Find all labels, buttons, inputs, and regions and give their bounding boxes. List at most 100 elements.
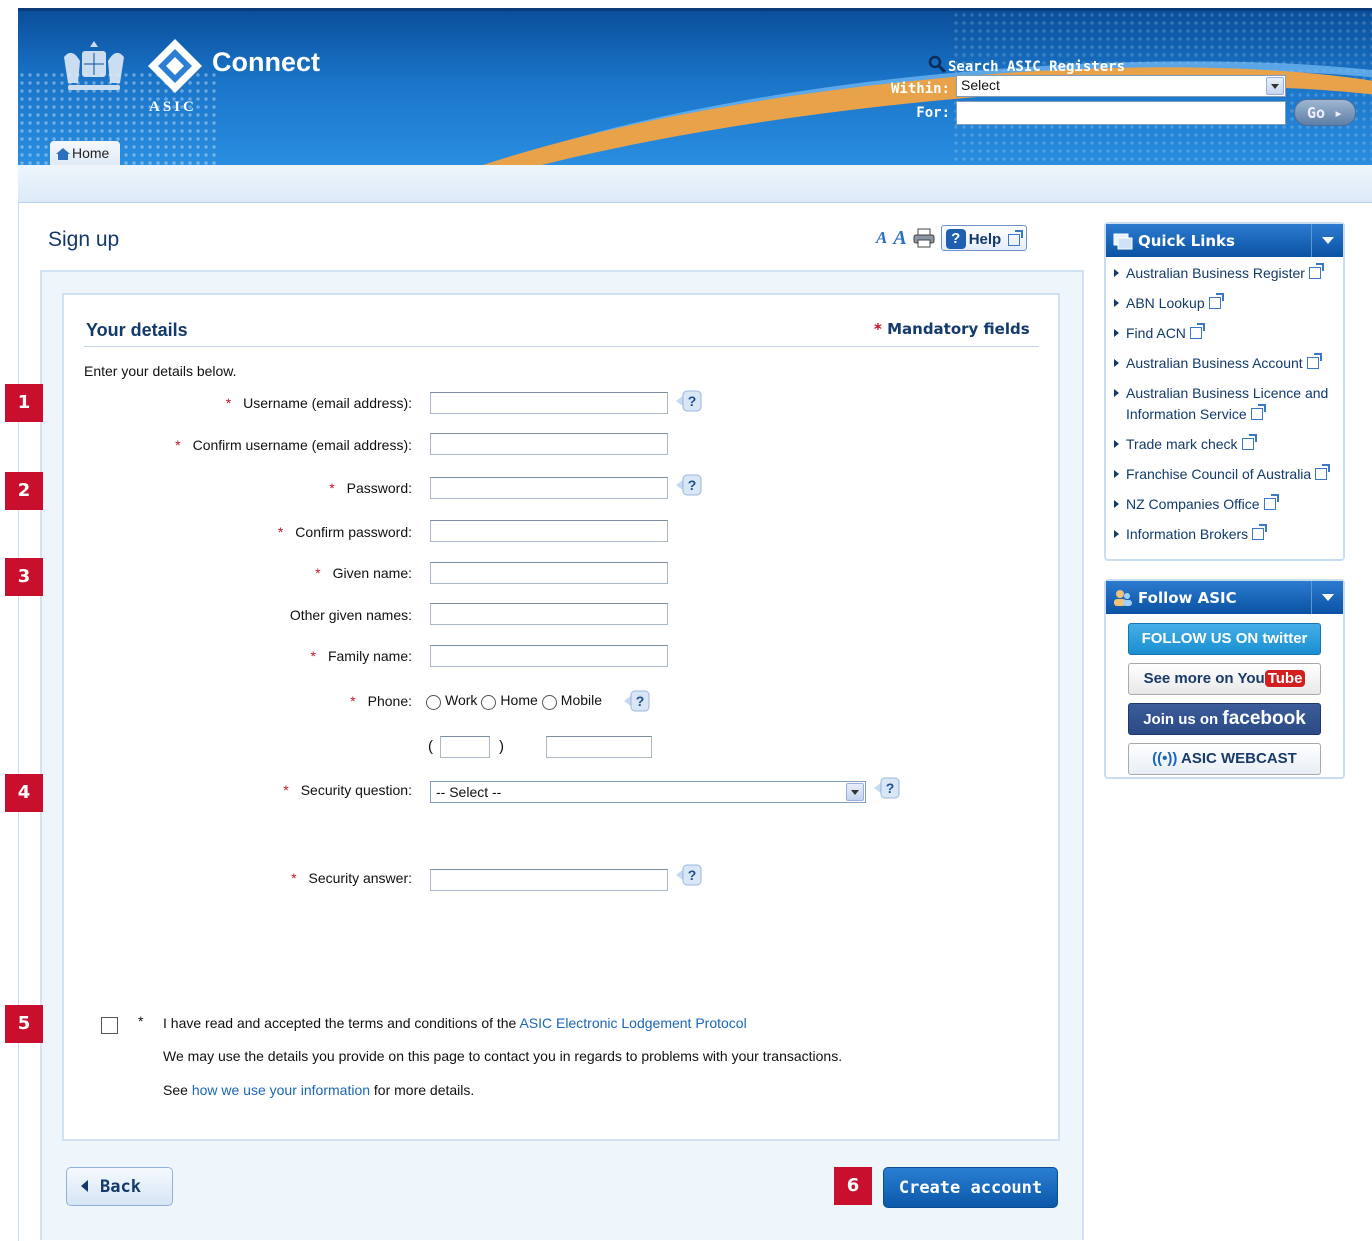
radio-home[interactable]	[481, 694, 497, 710]
quick-link-item[interactable]: Australian Business Register	[1114, 263, 1337, 284]
phone-number-field[interactable]	[546, 736, 652, 758]
security-answer-label: * Security answer:	[200, 870, 412, 886]
terms-checkbox[interactable]	[101, 1017, 118, 1034]
quick-links-list: Australian Business Register ABN Lookup …	[1106, 257, 1343, 545]
quick-link-ablis[interactable]: Australian Business Licence and Informat…	[1126, 385, 1328, 422]
help-tooltip-icon[interactable]: ?	[874, 777, 900, 799]
back-button[interactable]: Back	[66, 1167, 173, 1206]
username-label: * Username (email address):	[150, 395, 412, 411]
password-field[interactable]	[430, 477, 668, 499]
twitter-button[interactable]: FOLLOW US ON twitter	[1128, 623, 1321, 655]
required-star: *	[225, 395, 232, 411]
username-label-text: Username (email address):	[243, 395, 412, 411]
phone-mobile-option[interactable]: Mobile	[541, 692, 602, 710]
quick-link-item[interactable]: Franchise Council of Australia	[1114, 464, 1337, 485]
facebook-button[interactable]: Join us on facebook	[1128, 703, 1321, 735]
password-label-text: Password:	[346, 480, 412, 496]
given-name-label-text: Given name:	[332, 565, 412, 581]
decrease-text-size-icon[interactable]: A	[876, 228, 887, 248]
help-tooltip-icon[interactable]: ?	[676, 474, 702, 496]
help-tooltip-icon[interactable]: ?	[624, 690, 650, 712]
chevron-down-icon	[1266, 77, 1284, 95]
required-star: *	[283, 782, 289, 798]
quick-link-aba[interactable]: Australian Business Account	[1126, 355, 1303, 371]
step-marker: 3	[5, 558, 43, 596]
quick-link-abr[interactable]: Australian Business Register	[1126, 265, 1305, 281]
coat-of-arms-icon	[64, 41, 124, 90]
increase-text-size-icon[interactable]: A	[893, 227, 906, 250]
given-name-field[interactable]	[430, 562, 668, 584]
youtube-text: See more on	[1143, 670, 1234, 687]
external-link-icon	[1315, 464, 1331, 480]
tab-home[interactable]: Home	[50, 141, 120, 165]
quick-link-find-acn[interactable]: Find ACN	[1126, 325, 1186, 341]
quick-link-item[interactable]: Australian Business Licence and Informat…	[1114, 383, 1337, 425]
webcast-button[interactable]: ((•)) ASIC WEBCAST	[1128, 743, 1321, 775]
required-star: *	[310, 648, 316, 664]
quick-link-item[interactable]: Find ACN	[1114, 323, 1337, 344]
search-for-input[interactable]	[956, 101, 1286, 125]
security-question-value: -- Select --	[436, 784, 502, 800]
collapse-icon[interactable]	[1311, 224, 1343, 257]
follow-asic-box: Follow ASIC FOLLOW US ON twitter See mor…	[1104, 579, 1345, 779]
confirm-password-field[interactable]	[430, 520, 668, 542]
create-account-button[interactable]: Create account	[883, 1167, 1058, 1208]
page-tools: A A ? Help	[876, 224, 1028, 252]
how-we-use-info-link[interactable]: how we use your information	[192, 1082, 370, 1098]
collapse-icon[interactable]	[1311, 581, 1343, 614]
search-within-select[interactable]: Select	[956, 75, 1286, 97]
quick-links-title: Quick Links	[1138, 232, 1235, 250]
quick-link-abn-lookup[interactable]: ABN Lookup	[1126, 295, 1205, 311]
help-button[interactable]: ? Help	[940, 225, 1028, 251]
follow-asic-header: Follow ASIC	[1106, 581, 1343, 614]
external-link-icon	[1263, 494, 1279, 510]
quick-link-item[interactable]: Australian Business Account	[1114, 353, 1337, 374]
security-question-select[interactable]: -- Select --	[430, 781, 866, 803]
quick-link-item[interactable]: Trade mark check	[1114, 434, 1337, 455]
required-star: *	[874, 320, 882, 338]
see-text: See	[163, 1082, 188, 1098]
svg-text:?: ?	[688, 393, 697, 409]
help-tooltip-icon[interactable]: ?	[676, 390, 702, 412]
terms-statement: I have read and accepted the terms and c…	[163, 1015, 747, 1031]
print-icon[interactable]	[913, 228, 935, 248]
facebook-brand: facebook	[1222, 708, 1306, 729]
security-answer-field[interactable]	[430, 869, 668, 891]
tab-home-label: Home	[72, 145, 110, 161]
electronic-lodgement-protocol-link[interactable]: ASIC Electronic Lodgement Protocol	[519, 1015, 746, 1031]
quick-link-item[interactable]: ABN Lookup	[1114, 293, 1337, 314]
svg-text:?: ?	[886, 780, 895, 796]
phone-home-option[interactable]: Home	[481, 692, 538, 710]
quick-link-info-brokers[interactable]: Information Brokers	[1126, 526, 1248, 542]
help-tooltip-icon[interactable]: ?	[676, 864, 702, 886]
search-go-button[interactable]: Go ▸	[1294, 99, 1356, 126]
quick-link-nz-companies[interactable]: NZ Companies Office	[1126, 496, 1260, 512]
page-title: Sign up	[48, 228, 120, 251]
paren-close: )	[499, 738, 504, 755]
links-icon	[1113, 233, 1133, 250]
phone-area-code-field[interactable]	[440, 736, 490, 758]
radio-mobile[interactable]	[541, 694, 557, 710]
username-field[interactable]	[430, 392, 668, 414]
quick-link-item[interactable]: NZ Companies Office	[1114, 494, 1337, 515]
paren-open: (	[428, 738, 433, 755]
follow-asic-title: Follow ASIC	[1138, 589, 1237, 607]
family-name-field[interactable]	[430, 645, 668, 667]
phone-work-option[interactable]: Work	[426, 692, 477, 710]
confirm-username-field[interactable]	[430, 433, 668, 455]
quick-link-item[interactable]: Information Brokers	[1114, 524, 1337, 545]
other-given-names-field[interactable]	[430, 603, 668, 625]
home-icon	[56, 148, 70, 160]
youtube-button[interactable]: See more on You Tube	[1128, 663, 1321, 695]
search-icon	[928, 55, 946, 73]
confirm-password-label: * Confirm password:	[200, 524, 412, 540]
radio-work[interactable]	[426, 694, 441, 710]
quick-link-franchise[interactable]: Franchise Council of Australia	[1126, 466, 1311, 482]
required-star: *	[315, 565, 321, 581]
external-link-icon	[1308, 263, 1324, 279]
step-marker: 1	[5, 384, 43, 422]
phone-label: * Phone:	[250, 693, 412, 709]
quick-link-trade-mark[interactable]: Trade mark check	[1126, 436, 1238, 452]
help-label: Help	[968, 230, 1002, 248]
webcast-label: ASIC WEBCAST	[1181, 750, 1297, 767]
